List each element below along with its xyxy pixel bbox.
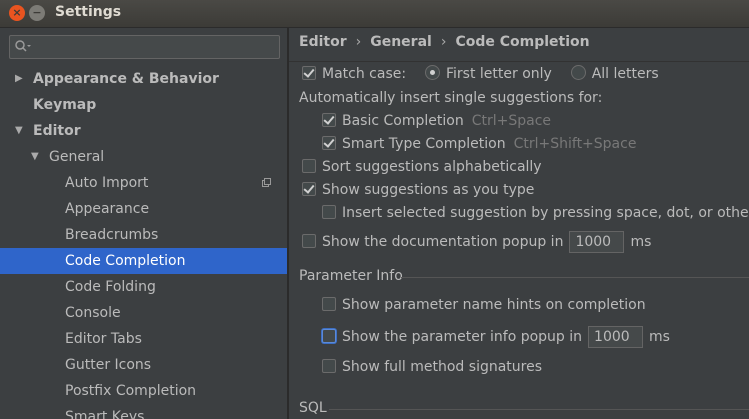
doc-popup-unit: ms [630,234,652,250]
auto-insert-heading: Automatically insert single suggestions … [299,90,603,106]
minimize-window-button[interactable]: − [29,5,45,21]
first-letter-radio[interactable] [424,65,440,80]
search-input[interactable] [9,35,280,59]
sidebar-item-label: Editor Tabs [65,331,142,347]
sidebar-item-label: Code Folding [65,279,156,295]
sidebar-item-postfix-completion[interactable]: Postfix Completion [0,378,287,404]
sidebar-item-editor-tabs[interactable]: Editor Tabs [0,326,287,352]
doc-popup-label: Show the documentation popup in [322,234,564,250]
expand-arrow-icon[interactable]: ▶ [15,66,23,92]
sidebar-item-appearance-behavior[interactable]: ▶ Appearance & Behavior [0,66,287,92]
sidebar-item-label: Keymap [33,97,97,113]
basic-completion-checkbox[interactable] [322,113,336,127]
all-letters-label: All letters [591,66,659,82]
collapse-arrow-icon[interactable]: ▼ [31,144,39,170]
match-case-label: Match case: [322,66,407,82]
smart-type-shortcut: Ctrl+Shift+Space [513,136,637,152]
sidebar-item-auto-import[interactable]: Auto Import [0,170,287,196]
sidebar-item-label: Postfix Completion [65,383,197,399]
info-popup-row: Show the parameter info popup in 1000 ms [322,326,670,348]
window-title: Settings [55,4,122,20]
breadcrumb-item: Code Completion [455,34,590,50]
sidebar-item-smart-keys[interactable]: Smart Keys [0,404,287,419]
sidebar-item-label: General [49,149,105,165]
search-icon [15,40,31,52]
full-signatures-row: Show full method signatures [322,357,542,377]
doc-popup-checkbox[interactable] [302,234,316,248]
sidebar-item-label: Code Completion [65,253,186,269]
section-divider [401,277,749,278]
basic-completion-label: Basic Completion [342,113,464,129]
show-as-type-label: Show suggestions as you type [322,182,535,198]
match-case-checkbox[interactable] [302,66,316,80]
sidebar-item-label: Smart Keys [65,409,145,419]
settings-content: Editor › General › Code Completion Match cas… [289,28,749,419]
sort-alpha-row: Sort suggestions alphabetically [302,157,542,177]
insert-selected-label: Insert selected suggestion by pressing s… [342,205,749,221]
sidebar-item-label: Editor [33,123,81,139]
show-as-type-row: Show suggestions as you type [302,180,534,200]
parameter-info-section-title: Parameter Info [299,268,403,284]
sidebar-item-breadcrumbs[interactable]: Breadcrumbs [0,222,287,248]
project-settings-icon [262,178,271,187]
settings-sidebar: ▶ Appearance & Behavior Keymap ▼ Editor … [0,28,287,419]
sidebar-item-appearance[interactable]: Appearance [0,196,287,222]
breadcrumb-separator: › [440,34,447,50]
sidebar-item-label: Appearance [65,201,150,217]
insert-selected-row: Insert selected suggestion by pressing s… [322,203,749,223]
basic-completion-row: Basic Completion Ctrl+Space [322,111,551,131]
sidebar-item-label: Appearance & Behavior [33,71,219,87]
full-signatures-label: Show full method signatures [342,359,543,375]
sidebar-item-label: Console [65,305,121,321]
section-divider [329,409,749,410]
sidebar-item-label: Gutter Icons [65,357,152,373]
smart-type-label: Smart Type Completion [342,136,506,152]
sidebar-item-label: Auto Import [65,175,149,191]
smart-type-row: Smart Type Completion Ctrl+Shift+Space [322,134,636,154]
sidebar-item-console[interactable]: Console [0,300,287,326]
all-letters-radio[interactable] [570,65,586,80]
basic-completion-shortcut: Ctrl+Space [471,113,552,129]
smart-type-checkbox[interactable] [322,136,336,150]
breadcrumb-item: General [370,34,432,50]
info-popup-delay-input[interactable]: 1000 [588,326,644,348]
collapse-arrow-icon[interactable]: ▼ [15,118,23,144]
sidebar-item-label: Breadcrumbs [65,227,159,243]
info-popup-unit: ms [649,329,670,345]
breadcrumb-item: Editor [299,34,347,50]
doc-popup-delay-input[interactable]: 1000 [569,231,625,253]
sidebar-item-keymap[interactable]: Keymap [0,92,287,118]
first-letter-label: First letter only [445,66,552,82]
sql-section-title: SQL [299,400,327,416]
full-signatures-checkbox[interactable] [322,359,336,373]
show-as-type-checkbox[interactable] [302,182,316,196]
title-bar: × − Settings [0,0,749,28]
close-window-button[interactable]: × [9,5,25,21]
match-case-row: Match case: First letter only All letter… [302,64,659,84]
sidebar-item-editor[interactable]: ▼ Editor [0,118,287,144]
breadcrumb-separator: › [355,34,362,50]
sidebar-item-gutter-icons[interactable]: Gutter Icons [0,352,287,378]
sort-alpha-label: Sort suggestions alphabetically [322,159,542,175]
name-hints-row: Show parameter name hints on completion [322,295,646,315]
doc-popup-row: Show the documentation popup in 1000 ms [302,231,651,253]
header-divider [289,61,749,62]
sidebar-item-code-completion[interactable]: Code Completion [0,248,287,274]
insert-selected-checkbox[interactable] [322,205,336,219]
name-hints-label: Show parameter name hints on completion [342,297,646,313]
sidebar-item-general[interactable]: ▼ General [0,144,287,170]
info-popup-checkbox[interactable] [322,329,336,343]
sidebar-item-code-folding[interactable]: Code Folding [0,274,287,300]
sort-alpha-checkbox[interactable] [302,159,316,173]
info-popup-label: Show the parameter info popup in [342,329,583,345]
name-hints-checkbox[interactable] [322,297,336,311]
breadcrumb: Editor › General › Code Completion [299,34,590,50]
